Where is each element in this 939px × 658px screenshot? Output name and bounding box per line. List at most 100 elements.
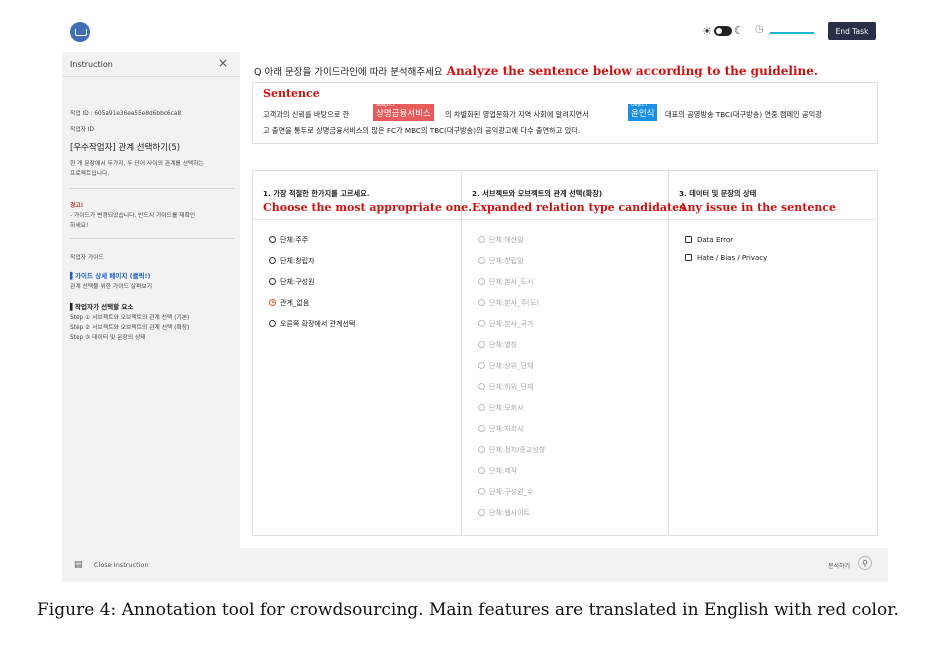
radio-icon	[269, 235, 276, 243]
relation-option[interactable]: 단체:주주	[269, 234, 308, 246]
radio-icon	[478, 424, 485, 432]
analyze-label[interactable]: 분석하기	[828, 561, 850, 570]
expanded-relation-option[interactable]: 단체:구성원_수	[478, 486, 534, 498]
expanded-relation-option[interactable]: 단체:웹사이트	[478, 507, 530, 519]
object-entity-highlight: OBJECT 윤인식	[628, 103, 658, 121]
radio-icon	[478, 256, 485, 264]
object-tag: OBJECT	[631, 103, 648, 108]
expanded-relation-option[interactable]: 단체:본사_도시	[478, 276, 534, 288]
subject-entity-highlight: SUBJECT 상명금융서비스	[373, 103, 434, 121]
expanded-relation-option[interactable]: 단체:본사_국가	[478, 318, 534, 330]
timer-progress-bar	[770, 32, 814, 34]
expanded-relation-option[interactable]: 단체:자회사	[478, 423, 524, 435]
sentence-text: 의 차별화된 영업문화가 지역 사회에 알려지면서	[445, 110, 589, 119]
panel-heading: 1. 가장 적절한 한가지를 고르세요.	[263, 189, 370, 198]
top-bar: ☀ ☾ ◷ End Task	[62, 14, 888, 52]
radio-icon	[269, 256, 276, 264]
panel-expanded-relation: 2. 서브젝트와 오브젝트의 관계 선택(확장) Expanded relati…	[462, 171, 685, 535]
close-icon[interactable]: ×	[218, 56, 228, 70]
step-item: Step ① 서브젝트와 오브젝트의 관계 선택 (기본)	[70, 315, 190, 321]
subject-tag: SUBJECT	[376, 103, 396, 108]
theme-toggle[interactable]	[714, 26, 732, 36]
radio-icon	[478, 445, 485, 453]
divider	[462, 219, 668, 220]
selection-panels: 1. 가장 적절한 한가지를 고르세요. Choose the most app…	[252, 170, 878, 536]
expanded-relation-option[interactable]: 단체:모회사	[478, 402, 524, 414]
required-elements-heading: ▌작업자가 선택할 요소	[70, 303, 134, 311]
close-instruction-button[interactable]: Close Instruction	[94, 561, 149, 569]
warning-text: 하세요!	[70, 223, 89, 229]
moon-icon: ☾	[734, 24, 744, 37]
radio-icon	[269, 319, 276, 327]
panel-heading: 2. 서브젝트와 오브젝트의 관계 선택(확장)	[472, 189, 603, 198]
annotation-tool-window: ☀ ☾ ◷ End Task Instruction × 작업 ID : 605…	[62, 14, 888, 582]
task-description-line: 프로젝트입니다.	[70, 171, 110, 177]
checkbox-icon	[685, 235, 692, 243]
warning-text: - 가이드가 변경되었습니다. 반드시 가이드를 재확인	[70, 213, 196, 219]
radio-icon	[478, 382, 485, 390]
radio-icon	[478, 340, 485, 348]
relation-option[interactable]: 단체:창립자	[269, 255, 315, 267]
expanded-relation-option[interactable]: 단체:별칭	[478, 339, 517, 351]
end-task-button[interactable]: End Task	[828, 22, 876, 40]
radio-icon	[269, 277, 276, 285]
task-id: 작업 ID : 605a91e36ee55e8d6bbc6ca8	[70, 111, 182, 117]
app-logo-icon	[70, 22, 90, 42]
main-content: Q 아래 문장을 가이드라인에 따라 분석해주세요 Analyze the sen…	[242, 52, 888, 548]
radio-icon	[478, 487, 485, 495]
radio-selected-icon	[269, 298, 276, 306]
hate-bias-privacy-checkbox[interactable]: Hate / Bias / Privacy	[685, 252, 767, 264]
menu-icon[interactable]: ▤	[74, 560, 83, 570]
expanded-relation-option[interactable]: 단체:해산일	[478, 234, 524, 246]
expanded-relation-option[interactable]: 단체:본사_주(도)	[478, 297, 539, 309]
panel-translation: Any issue in the sentence	[679, 201, 837, 214]
radio-icon	[478, 298, 485, 306]
divider	[253, 219, 461, 220]
sentence-text: 대표의 공영방송 TBC(대구방송) 연중 캠페인 공익광	[665, 110, 822, 119]
panel-primary-relation: 1. 가장 적절한 한가지를 고르세요. Choose the most app…	[253, 171, 472, 535]
relation-option[interactable]: 단체:구성원	[269, 276, 315, 288]
relation-option[interactable]: 오른쪽 확장에서 관계선택	[269, 318, 355, 330]
question-text: Q 아래 문장을 가이드라인에 따라 분석해주세요	[254, 67, 443, 78]
sentence-text: 고객과의 신뢰를 바탕으로 한	[263, 110, 350, 119]
radio-icon	[478, 466, 485, 474]
task-title: [우수작업자] 관계 선택하기(5)	[70, 143, 181, 153]
task-description-line: 한 개 문장에서 두가지, 두 단어 사이의 관계를 선택하는	[70, 161, 204, 167]
question-translation: Analyze the sentence below according to …	[446, 64, 819, 78]
sentence-label: Sentence	[263, 87, 320, 100]
panel-heading: 3. 데이터 및 문장의 상태	[679, 189, 757, 198]
radio-icon	[478, 319, 485, 327]
search-icon[interactable]: ⚲	[858, 556, 872, 570]
radio-icon	[478, 403, 485, 411]
worker-id: 작업자 ID	[70, 127, 95, 133]
guide-sub-text: 관계 선택을 위한 가이드 살펴보기	[70, 284, 153, 290]
sun-icon: ☀	[702, 25, 712, 38]
question-header: Q 아래 문장을 가이드라인에 따라 분석해주세요 Analyze the sen…	[254, 60, 818, 79]
expanded-relation-option[interactable]: 단체:정치/종교성향	[478, 444, 545, 456]
expanded-relation-option[interactable]: 단체:창립일	[478, 255, 524, 267]
expanded-relation-option[interactable]: 단체:하위_단체	[478, 381, 534, 393]
expanded-relation-option[interactable]: 단체:상위_단체	[478, 360, 534, 372]
object-entity: 윤인식	[631, 109, 655, 119]
sentence-text: 고 출연을 통두로 상명금융서비스의 많은 FC가 MBC의 TBC(대구방송)…	[263, 126, 581, 135]
warning-title: 경고!	[70, 203, 84, 209]
relation-option-selected[interactable]: 관계_없음	[269, 297, 309, 309]
data-error-checkbox[interactable]: Data Error	[685, 234, 733, 246]
radio-icon	[478, 508, 485, 516]
subject-entity: 상명금융서비스	[376, 109, 431, 119]
timer-icon: ◷	[755, 24, 764, 35]
instruction-sidebar: Instruction × 작업 ID : 605a91e36ee55e8d6b…	[62, 52, 240, 548]
radio-icon	[478, 235, 485, 243]
step-item: Step ③ 데이터 및 문장의 상태	[70, 335, 146, 341]
guide-detail-link[interactable]: ▌가이드 상세 페이지 (클릭!)	[70, 270, 151, 280]
sentence-box: Sentence 고객과의 신뢰를 바탕으로 한 SUBJECT 상명금융서비스…	[252, 82, 878, 144]
expanded-relation-option[interactable]: 단체:제작	[478, 465, 517, 477]
radio-icon	[478, 277, 485, 285]
sidebar-title: Instruction	[70, 60, 113, 69]
figure-caption: Figure 4: Annotation tool for crowdsourc…	[37, 600, 899, 620]
panel-translation: Expanded relation type candidates	[472, 201, 686, 214]
footer-bar: ▤ Close Instruction 분석하기 ⚲	[62, 548, 888, 582]
checkbox-icon	[685, 253, 692, 261]
panel-sentence-issues: 3. 데이터 및 문장의 상태 Any issue in the sentenc…	[669, 171, 877, 535]
divider	[70, 188, 234, 189]
